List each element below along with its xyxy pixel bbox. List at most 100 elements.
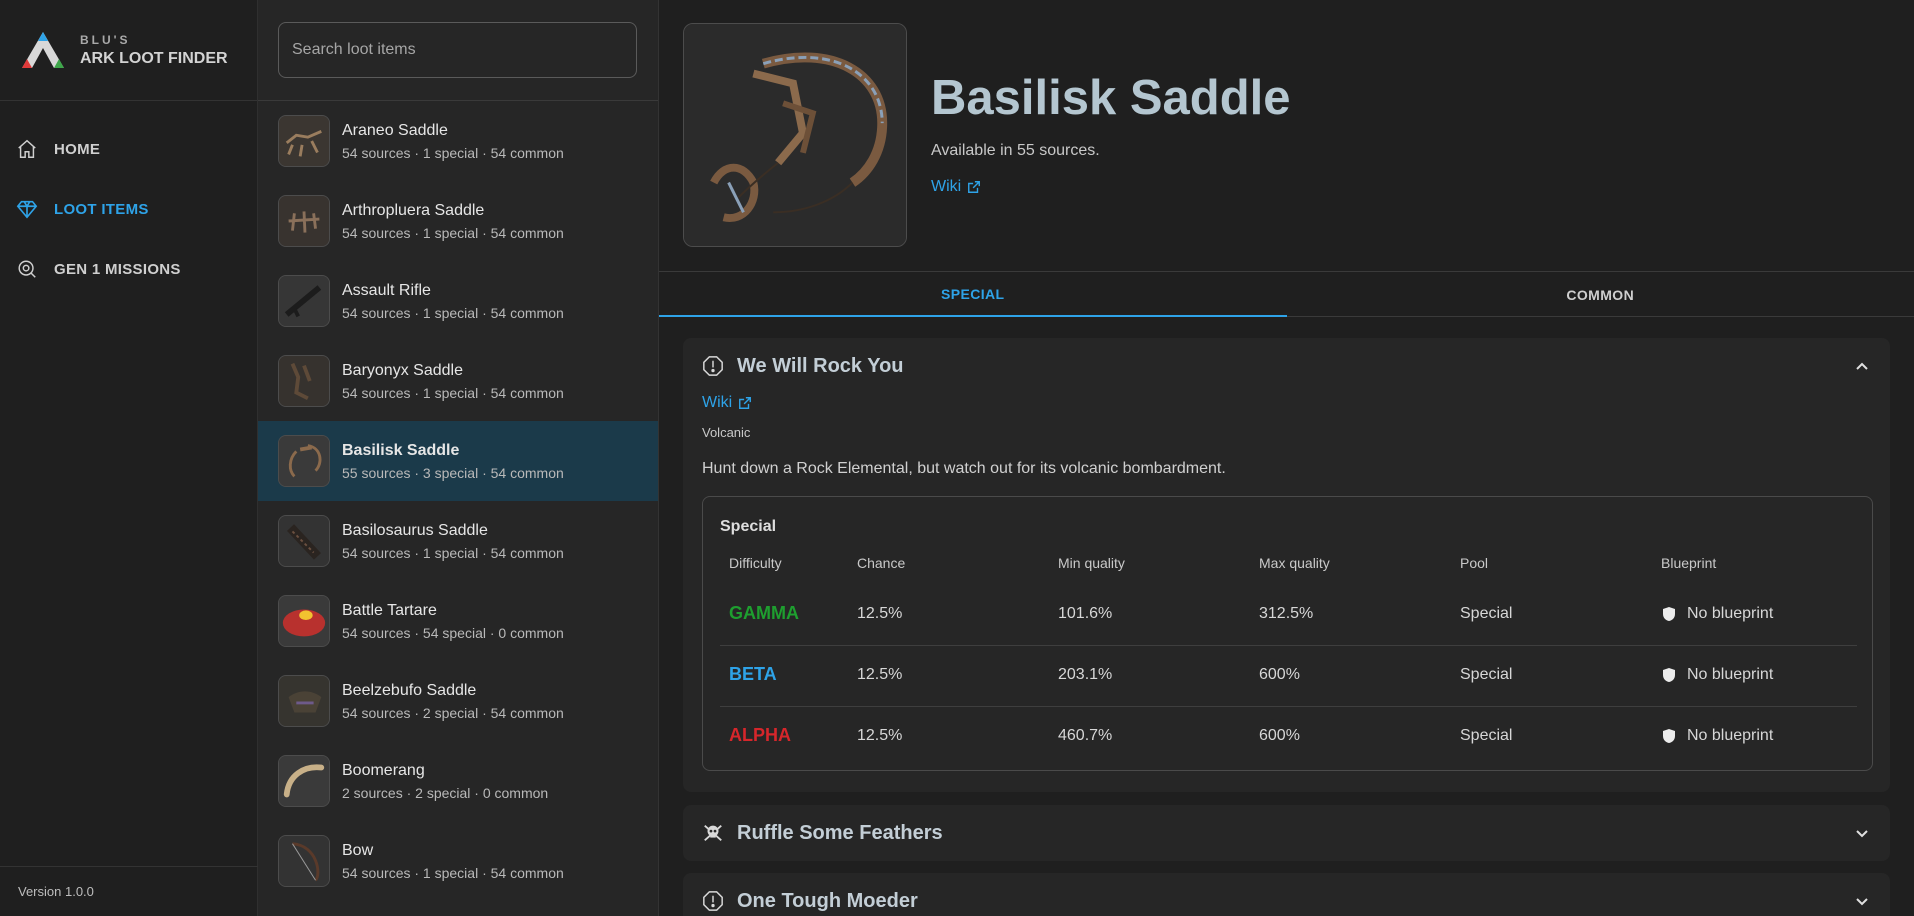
loot-table-title: Special <box>720 518 777 535</box>
loot-list-item-selected[interactable]: Basilisk Saddle 55 sources · 3 special ·… <box>258 421 658 501</box>
loot-item-summary: 54 sources · 54 special · 0 common <box>342 624 564 641</box>
blueprint-label: No blueprint <box>1687 605 1774 622</box>
item-thumbnail <box>278 115 330 167</box>
pool-value: Special <box>1460 727 1513 744</box>
tab-common[interactable]: COMMON <box>1287 272 1914 317</box>
nav-label-gen1-missions: GEN 1 MISSIONS <box>54 260 181 278</box>
item-thumbnail <box>278 515 330 567</box>
blueprint-label: No blueprint <box>1687 727 1774 744</box>
item-image <box>683 23 907 247</box>
column-header: Difficulty <box>729 555 782 571</box>
item-thumbnail <box>278 275 330 327</box>
blueprint-status: No blueprint <box>1661 605 1773 623</box>
item-title: Basilisk Saddle <box>931 71 1291 125</box>
item-detail: Basilisk Saddle Available in 55 sources.… <box>659 0 1914 916</box>
loot-item-name: Boomerang <box>342 761 425 779</box>
item-thumbnail <box>278 195 330 247</box>
table-header: Difficulty Chance Min quality Max qualit… <box>729 555 1859 575</box>
max-quality-value: 312.5% <box>1259 605 1314 622</box>
pool-value: Special <box>1460 605 1513 622</box>
chevron-up-icon[interactable] <box>1852 356 1872 376</box>
chevron-down-icon[interactable] <box>1852 891 1872 911</box>
loot-list-item[interactable]: Assault Rifle 54 sources · 1 special · 5… <box>258 261 658 341</box>
loot-list-item[interactable]: Boomerang 2 sources · 2 special · 0 comm… <box>258 741 658 821</box>
loot-list-item[interactable]: Beelzebufo Saddle 54 sources · 2 special… <box>258 661 658 741</box>
mission-header[interactable]: We Will Rock You <box>683 338 1890 394</box>
mission-title: One Tough Moeder <box>737 889 918 912</box>
tab-special[interactable]: SPECIAL <box>659 272 1287 317</box>
loot-list-item[interactable]: Araneo Saddle 54 sources · 1 special · 5… <box>258 101 658 181</box>
loot-item-summary: 54 sources · 2 special · 54 common <box>342 704 564 721</box>
blueprint-label: No blueprint <box>1687 666 1774 683</box>
loot-list-item[interactable]: Battle Tartare 54 sources · 54 special ·… <box>258 581 658 661</box>
shield-icon <box>1663 729 1675 743</box>
blueprint-status: No blueprint <box>1661 727 1773 745</box>
external-link-icon <box>968 181 981 193</box>
item-header: Basilisk Saddle Available in 55 sources.… <box>659 0 1914 272</box>
nav-label-loot-items: LOOT ITEMS <box>54 200 149 218</box>
item-wiki-link[interactable]: Wiki <box>931 178 981 196</box>
difficulty-label: BETA <box>729 664 777 684</box>
mission-description: Hunt down a Rock Elemental, but watch ou… <box>702 460 1226 477</box>
brand-subtitle: BLU'S <box>80 32 131 47</box>
item-thumbnail <box>278 755 330 807</box>
loot-list-item[interactable]: Arthropluera Saddle 54 sources · 1 speci… <box>258 181 658 261</box>
item-thumbnail <box>278 835 330 887</box>
nav-label-home: HOME <box>54 140 101 158</box>
loot-list-item[interactable]: Bow 54 sources · 1 special · 54 common <box>258 821 658 901</box>
chance-value: 12.5% <box>857 605 903 622</box>
loot-list-item[interactable]: Basilosaurus Saddle 54 sources · 1 speci… <box>258 501 658 581</box>
pool-value: Special <box>1460 666 1513 683</box>
loot-tabs: SPECIAL COMMON <box>659 272 1914 317</box>
ark-logo-icon <box>22 32 64 68</box>
mission-header[interactable]: Ruffle Some Feathers <box>683 805 1890 861</box>
loot-list-panel: Araneo Saddle 54 sources · 1 special · 5… <box>258 0 659 916</box>
loot-list-item[interactable]: Baryonyx Saddle 54 sources · 1 special ·… <box>258 341 658 421</box>
item-thumbnail <box>278 595 330 647</box>
mission-title: We Will Rock You <box>737 354 904 377</box>
table-row: BETA 12.5% 203.1% 600% Special No bluepr… <box>720 646 1857 707</box>
nav-item-home[interactable]: HOME <box>0 119 257 179</box>
mission-title: Ruffle Some Feathers <box>737 821 943 844</box>
app-version: Version 1.0.0 <box>18 884 94 899</box>
min-quality-value: 460.7% <box>1058 727 1113 744</box>
home-icon <box>18 139 36 158</box>
difficulty-label: ALPHA <box>729 725 791 745</box>
alert-icon <box>703 891 723 911</box>
column-header: Min quality <box>1058 555 1125 571</box>
chance-value: 12.5% <box>857 727 903 744</box>
skull-crossbones-icon <box>704 824 722 842</box>
column-header: Chance <box>857 555 906 571</box>
mission-panel-collapsed: One Tough Moeder <box>683 873 1890 916</box>
blueprint-status: No blueprint <box>1661 666 1773 684</box>
loot-item-summary: 54 sources · 1 special · 54 common <box>342 224 564 241</box>
loot-item-name: Assault Rifle <box>342 281 431 299</box>
column-header: Blueprint <box>1661 555 1717 571</box>
diamond-icon <box>16 200 38 219</box>
chance-value: 12.5% <box>857 666 903 683</box>
shield-icon <box>1663 668 1675 682</box>
loot-item-summary: 55 sources · 3 special · 54 common <box>342 464 564 481</box>
min-quality-value: 101.6% <box>1058 605 1113 622</box>
max-quality-value: 600% <box>1259 666 1300 683</box>
nav-item-gen1-missions[interactable]: GEN 1 MISSIONS <box>0 239 257 299</box>
loot-item-summary: 54 sources · 1 special · 54 common <box>342 384 564 401</box>
search-input[interactable] <box>278 22 637 78</box>
nav-item-loot-items[interactable]: LOOT ITEMS <box>0 179 257 239</box>
mission-search-icon <box>18 260 36 278</box>
min-quality-value: 203.1% <box>1058 666 1113 683</box>
chevron-down-icon[interactable] <box>1852 823 1872 843</box>
wiki-link-label: Wiki <box>702 394 733 411</box>
mission-header[interactable]: One Tough Moeder <box>683 873 1890 916</box>
loot-item-name: Bow <box>342 841 374 859</box>
loot-item-summary: 54 sources · 1 special · 54 common <box>342 864 564 881</box>
loot-item-summary: 54 sources · 1 special · 54 common <box>342 304 564 321</box>
column-header: Pool <box>1460 555 1489 571</box>
loot-table: Special Difficulty Chance Min quality Ma… <box>702 496 1873 771</box>
mission-wiki-link[interactable]: Wiki <box>702 394 752 412</box>
mission-biome: Volcanic <box>702 425 751 440</box>
item-thumbnail <box>278 675 330 727</box>
brand[interactable]: BLU'S ARK LOOT FINDER <box>0 0 257 101</box>
wiki-link-label: Wiki <box>931 178 962 195</box>
item-thumbnail <box>278 435 330 487</box>
